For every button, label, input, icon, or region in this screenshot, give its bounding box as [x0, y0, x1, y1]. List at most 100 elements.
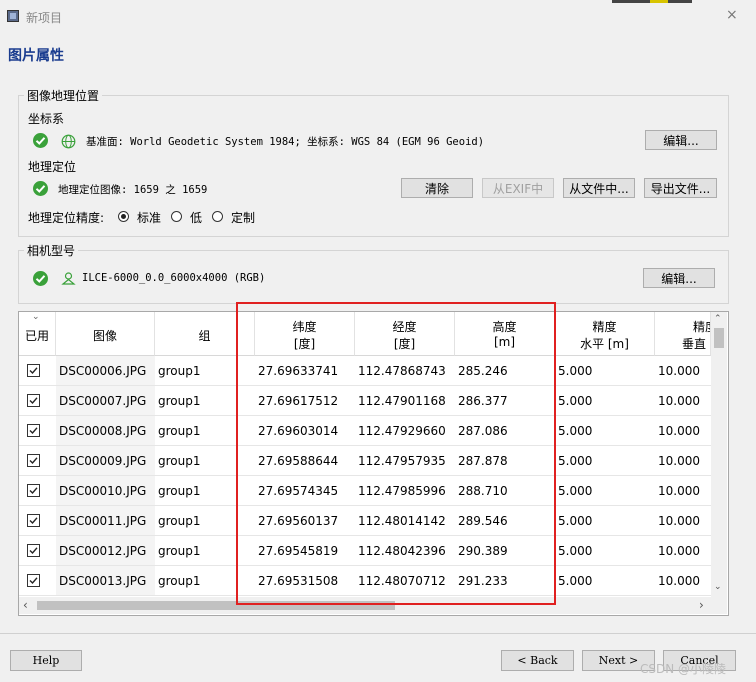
cell-group[interactable]: group1 [155, 536, 255, 566]
cell-group[interactable]: group1 [155, 476, 255, 506]
cell-group[interactable]: group1 [155, 446, 255, 476]
cell-acc-h[interactable]: 5.000 [555, 536, 655, 566]
horizontal-scroll-thumb[interactable] [37, 601, 395, 610]
cell-alt[interactable]: 286.377 [455, 386, 555, 416]
column-header-image[interactable]: 图像 [56, 312, 155, 356]
cell-lon[interactable]: 112.47901168 [355, 386, 455, 416]
cell-group[interactable]: group1 [155, 566, 255, 596]
column-header-latitude[interactable]: 纬度 [度] [255, 312, 355, 356]
column-header-group[interactable]: 组 [155, 312, 255, 356]
row-enabled-checkbox[interactable] [27, 394, 40, 407]
cell-alt[interactable]: 291.233 [455, 566, 555, 596]
table-row[interactable]: DSC00013.JPG group1 27.69531508 112.4807071… [19, 566, 711, 596]
back-button[interactable]: < Back [501, 650, 574, 671]
cell-acc-v[interactable]: 10.000 [655, 386, 711, 416]
scroll-right-icon[interactable]: › [699, 598, 704, 612]
cell-acc-h[interactable]: 5.000 [555, 566, 655, 596]
cell-alt[interactable]: 285.246 [455, 356, 555, 386]
scroll-left-icon[interactable]: ‹ [23, 598, 28, 612]
cell-acc-h[interactable]: 5.000 [555, 506, 655, 536]
scroll-up-icon[interactable]: ⌃ [714, 314, 722, 324]
row-enabled-checkbox[interactable] [27, 514, 40, 527]
cell-lat[interactable]: 27.69545819 [255, 536, 355, 566]
cell-image[interactable]: DSC00012.JPG [56, 536, 155, 566]
cell-lat[interactable]: 27.69560137 [255, 506, 355, 536]
cell-lon[interactable]: 112.47957935 [355, 446, 455, 476]
cell-lon[interactable]: 112.48042396 [355, 536, 455, 566]
scroll-down-icon[interactable]: ⌄ [714, 582, 722, 592]
cell-lon[interactable]: 112.47929660 [355, 416, 455, 446]
clear-button[interactable]: 清除 [401, 178, 473, 198]
cell-acc-v[interactable]: 10.000 [655, 416, 711, 446]
column-header-altitude[interactable]: 高度 [m] [455, 312, 555, 356]
cell-image[interactable]: DSC00008.JPG [56, 416, 155, 446]
cell-acc-h[interactable]: 5.000 [555, 386, 655, 416]
cell-lat[interactable]: 27.69603014 [255, 416, 355, 446]
cell-group[interactable]: group1 [155, 416, 255, 446]
cell-lon[interactable]: 112.47985996 [355, 476, 455, 506]
accuracy-standard-radio[interactable] [118, 211, 129, 222]
cell-acc-v[interactable]: 10.000 [655, 446, 711, 476]
cell-alt[interactable]: 289.546 [455, 506, 555, 536]
table-row[interactable]: DSC00008.JPG group1 27.69603014 112.4792966… [19, 416, 711, 446]
cell-lat[interactable]: 27.69531508 [255, 566, 355, 596]
cell-acc-v[interactable]: 10.000 [655, 536, 711, 566]
cell-acc-v[interactable]: 10.000 [655, 566, 711, 596]
column-header-enabled[interactable]: ⌄ 已用 [19, 312, 56, 356]
table-row[interactable]: DSC00007.JPG group1 27.69617512 112.4790116… [19, 386, 711, 416]
table-row[interactable]: DSC00010.JPG group1 27.69574345 112.4798599… [19, 476, 711, 506]
crs-edit-button[interactable]: 编辑... [645, 130, 717, 150]
cell-group[interactable]: group1 [155, 506, 255, 536]
cell-lon[interactable]: 112.47868743 [355, 356, 455, 386]
cell-image[interactable]: DSC00007.JPG [56, 386, 155, 416]
cell-image[interactable]: DSC00013.JPG [56, 566, 155, 596]
row-enabled-checkbox[interactable] [27, 364, 40, 377]
horizontal-scrollbar[interactable]: ‹ › [19, 597, 727, 614]
cell-image[interactable]: DSC00011.JPG [56, 506, 155, 536]
row-enabled-checkbox[interactable] [27, 454, 40, 467]
camera-edit-button[interactable]: 编辑... [643, 268, 715, 288]
table-row[interactable]: DSC00011.JPG group1 27.69560137 112.4801414… [19, 506, 711, 536]
cell-group[interactable]: group1 [155, 356, 255, 386]
column-header-accuracy-horizontal[interactable]: 精度 水平 [m] [555, 312, 655, 356]
table-row[interactable]: DSC00012.JPG group1 27.69545819 112.4804239… [19, 536, 711, 566]
column-header-accuracy-vertical[interactable]: 精度 垂直 [655, 312, 711, 356]
cell-alt[interactable]: 287.878 [455, 446, 555, 476]
cell-lat[interactable]: 27.69574345 [255, 476, 355, 506]
cell-image[interactable]: DSC00006.JPG [56, 356, 155, 386]
row-enabled-checkbox[interactable] [27, 424, 40, 437]
from-exif-button[interactable]: 从EXIF中 [482, 178, 554, 198]
cell-image[interactable]: DSC00009.JPG [56, 446, 155, 476]
vertical-scrollbar[interactable]: ⌃ ⌄ [711, 312, 727, 597]
cell-group[interactable]: group1 [155, 386, 255, 416]
table-row[interactable]: DSC00009.JPG group1 27.69588644 112.4795793… [19, 446, 711, 476]
export-file-button[interactable]: 导出文件... [644, 178, 717, 198]
cell-acc-v[interactable]: 10.000 [655, 476, 711, 506]
cell-lon[interactable]: 112.48014142 [355, 506, 455, 536]
row-enabled-checkbox[interactable] [27, 484, 40, 497]
cell-lat[interactable]: 27.69617512 [255, 386, 355, 416]
help-button[interactable]: Help [10, 650, 82, 671]
row-enabled-checkbox[interactable] [27, 544, 40, 557]
cell-lat[interactable]: 27.69588644 [255, 446, 355, 476]
cell-alt[interactable]: 287.086 [455, 416, 555, 446]
cell-acc-h[interactable]: 5.000 [555, 356, 655, 386]
cell-lat[interactable]: 27.69633741 [255, 356, 355, 386]
cell-image[interactable]: DSC00010.JPG [56, 476, 155, 506]
cell-acc-v[interactable]: 10.000 [655, 506, 711, 536]
table-row[interactable]: DSC00006.JPG group1 27.69633741 112.4786874… [19, 356, 711, 386]
from-file-button[interactable]: 从文件中... [563, 178, 635, 198]
accuracy-custom-radio[interactable] [212, 211, 223, 222]
close-icon[interactable]: × [726, 7, 738, 23]
cell-lon[interactable]: 112.48070712 [355, 566, 455, 596]
row-enabled-checkbox[interactable] [27, 574, 40, 587]
cell-alt[interactable]: 290.389 [455, 536, 555, 566]
cell-acc-v[interactable]: 10.000 [655, 356, 711, 386]
column-header-longitude[interactable]: 经度 [度] [355, 312, 455, 356]
vertical-scroll-thumb[interactable] [714, 328, 724, 348]
cell-acc-h[interactable]: 5.000 [555, 446, 655, 476]
accuracy-low-radio[interactable] [171, 211, 182, 222]
cell-acc-h[interactable]: 5.000 [555, 416, 655, 446]
cell-acc-h[interactable]: 5.000 [555, 476, 655, 506]
cell-alt[interactable]: 288.710 [455, 476, 555, 506]
